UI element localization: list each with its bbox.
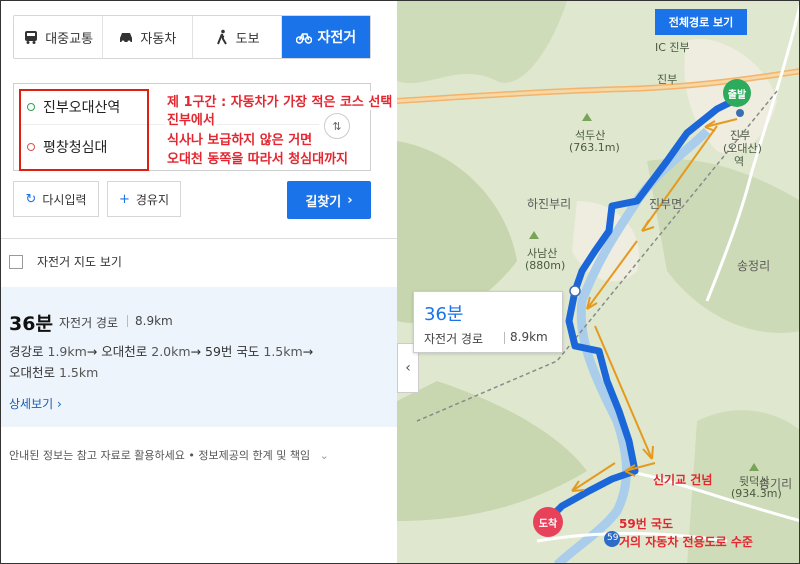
result-time: 36분 bbox=[9, 313, 53, 335]
annotation-line: 진부에서 bbox=[165, 109, 217, 128]
swap-button[interactable]: ⇅ bbox=[324, 113, 350, 139]
waypoint-label: 경유지 bbox=[135, 192, 170, 207]
annotation-line: 제 1구간 : 자동차가 가장 적은 코스 선택 필요 bbox=[165, 91, 423, 110]
bus-icon bbox=[25, 31, 38, 44]
tab-bicycle[interactable]: 자전거 bbox=[281, 16, 370, 58]
tab-bicycle-label: 자전거 bbox=[317, 30, 357, 46]
arrow-icon: → bbox=[86, 344, 102, 359]
bike-map-label: 자전거 지도 보기 bbox=[37, 255, 122, 269]
chevron-left-icon: ‹ bbox=[405, 360, 411, 376]
road-distance: 2.0km bbox=[151, 344, 191, 359]
end-pin[interactable]: 도착 bbox=[533, 507, 563, 537]
map-label: 송기리 bbox=[759, 477, 793, 491]
walk-icon bbox=[216, 29, 227, 45]
bicycle-icon bbox=[295, 33, 312, 44]
map-label: 역 bbox=[734, 155, 745, 168]
reset-button[interactable]: ↻ 다시입력 bbox=[13, 181, 99, 217]
checkbox[interactable] bbox=[9, 254, 23, 269]
search-route-button[interactable]: 길찾기 › bbox=[287, 181, 371, 219]
road-name: 59번 국도 bbox=[205, 344, 260, 359]
add-waypoint-button[interactable]: + 경유지 bbox=[107, 181, 181, 217]
chevron-right-icon: › bbox=[57, 397, 62, 411]
tab-walk-label: 도보 bbox=[235, 31, 260, 47]
road-name: 경강로 bbox=[9, 344, 44, 359]
refresh-icon: ↻ bbox=[25, 191, 37, 207]
route-result[interactable]: 36분 자전거 경로 8.9km 경강로 1.9km→ 오대천로 2.0km→ … bbox=[1, 287, 397, 427]
tab-transit[interactable]: 대중교통 bbox=[14, 16, 104, 58]
map-label: (880m) bbox=[525, 259, 566, 272]
map-label: (763.1m) bbox=[569, 141, 620, 154]
bike-map-toggle[interactable]: 자전거 지도 보기 bbox=[9, 253, 122, 270]
card-type: 자전거 경로 bbox=[424, 332, 484, 346]
card-time: 36분 bbox=[424, 304, 464, 325]
route-59-icon: 59 bbox=[607, 533, 619, 543]
annotation-route59: 59번 국도 bbox=[619, 517, 673, 531]
highlight-box bbox=[19, 89, 149, 171]
transport-tabs: 대중교통 자동차 도보 자전거 bbox=[13, 15, 371, 59]
annotation-line: 식사나 보급하지 않은 거면 bbox=[165, 129, 315, 148]
tab-transit-label: 대중교통 bbox=[45, 31, 94, 47]
directions-panel: 대중교통 자동차 도보 자전거 진부오대산역 평창청심대 ⇅ ↻ 다시입력 + … bbox=[1, 1, 397, 563]
detail-link[interactable]: 상세보기 › bbox=[9, 395, 62, 412]
plus-icon: + bbox=[118, 191, 130, 207]
search-label: 길찾기 bbox=[305, 194, 342, 210]
tab-walk[interactable]: 도보 bbox=[193, 16, 282, 58]
detail-label: 상세보기 bbox=[9, 397, 54, 411]
map-label: 진부 bbox=[657, 73, 678, 86]
annotation-line: 오대천 동쪽을 따라서 청심대까지 bbox=[165, 148, 351, 167]
chevron-down-icon[interactable]: ⌄ bbox=[320, 449, 329, 462]
map-label: 하진부리 bbox=[527, 197, 572, 211]
tab-car[interactable]: 자동차 bbox=[103, 16, 193, 58]
road-distance: 1.5km bbox=[59, 365, 99, 380]
full-route-button[interactable]: 전체경로 보기 bbox=[655, 9, 747, 35]
annotation-singyo: 신기교 건넘 bbox=[653, 473, 713, 487]
road-name: 오대천로 bbox=[9, 365, 56, 380]
disclaimer-text: 안내된 정보는 참고 자료로 활용하세요 • 정보제공의 한계 및 책임 bbox=[9, 449, 311, 462]
map-label: IC 진부 bbox=[655, 41, 690, 54]
road-distance: 1.5km bbox=[263, 344, 303, 359]
annotation-route59-detail: 거의 자동차 전용도로 수준 bbox=[619, 535, 753, 549]
result-type: 자전거 경로 bbox=[59, 316, 119, 330]
disclaimer: 안내된 정보는 참고 자료로 활용하세요 • 정보제공의 한계 및 책임 ⌄ bbox=[9, 447, 329, 463]
car-icon bbox=[120, 33, 133, 44]
map-label: 진부면 bbox=[649, 197, 683, 211]
swap-icon: ⇅ bbox=[332, 119, 342, 133]
result-distance: 8.9km bbox=[135, 314, 173, 328]
map-view[interactable]: IC 진부 석두산 (763.1m) 하진부리 진부면 사남산 (880m) 송… bbox=[397, 1, 799, 563]
tab-car-label: 자동차 bbox=[140, 31, 177, 47]
map-label: 송정리 bbox=[737, 259, 771, 273]
road-name: 오대천로 bbox=[101, 344, 148, 359]
road-distance: 1.9km bbox=[47, 344, 87, 359]
route-info-card[interactable]: 36분 자전거 경로 8.9km bbox=[413, 291, 563, 353]
arrow-icon: → bbox=[190, 344, 205, 359]
road-segments: 경강로 1.9km→ 오대천로 2.0km→ 59번 국도 1.5km→ 오대천… bbox=[9, 341, 369, 383]
reset-label: 다시입력 bbox=[42, 192, 87, 207]
separator bbox=[127, 315, 128, 327]
divider bbox=[1, 238, 397, 239]
app-frame: 대중교통 자동차 도보 자전거 진부오대산역 평창청심대 ⇅ ↻ 다시입력 + … bbox=[0, 0, 800, 564]
separator bbox=[504, 332, 505, 344]
card-distance: 8.9km bbox=[510, 330, 548, 344]
chevron-right-icon: › bbox=[347, 192, 353, 208]
start-pin[interactable]: 출발 bbox=[723, 79, 751, 107]
arrow-icon: → bbox=[302, 344, 314, 359]
